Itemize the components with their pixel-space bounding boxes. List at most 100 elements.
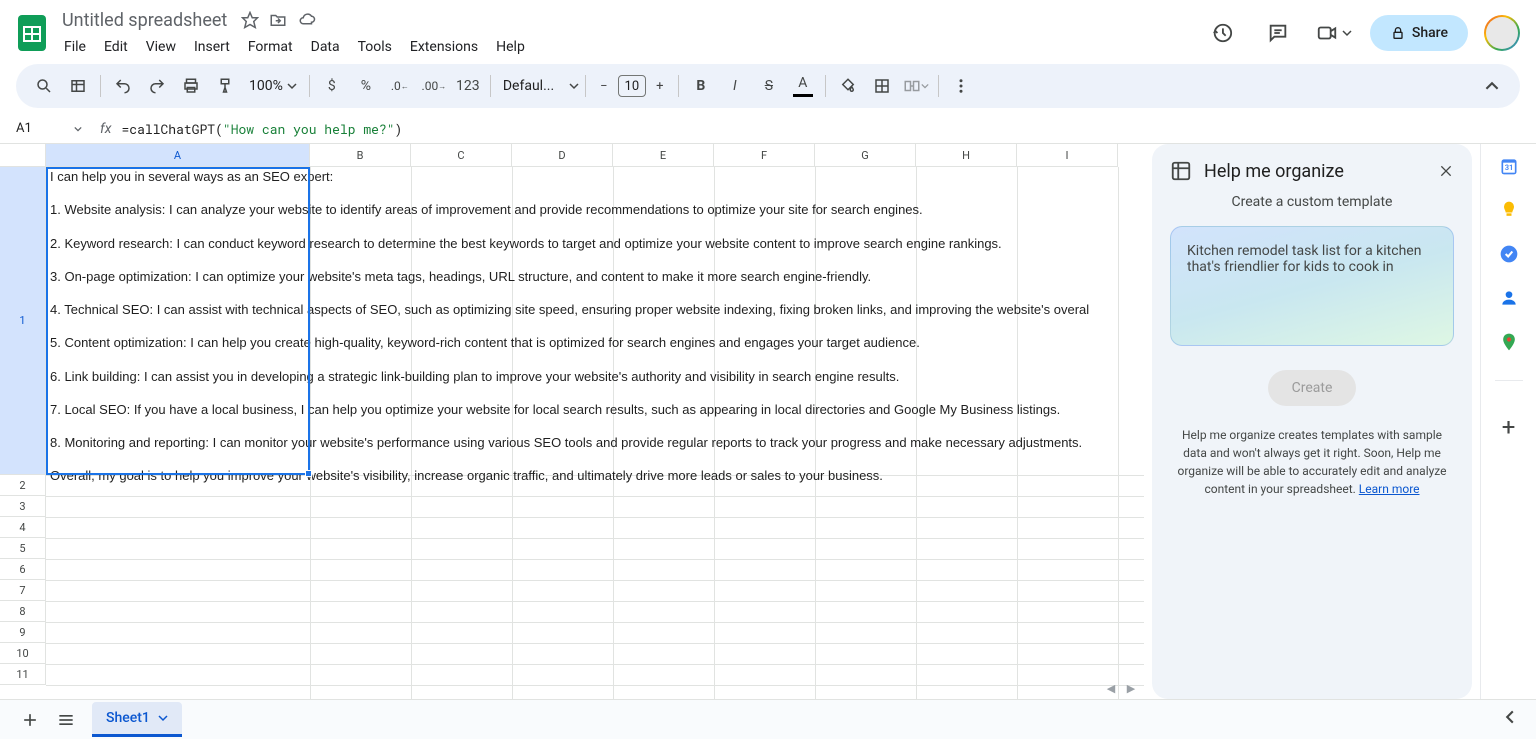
currency-icon[interactable]: $	[316, 70, 348, 102]
star-icon[interactable]	[241, 11, 259, 29]
row-header-10[interactable]: 10	[0, 643, 46, 664]
undo-icon[interactable]	[107, 70, 139, 102]
menu-extensions[interactable]: Extensions	[402, 35, 486, 59]
formula-input[interactable]: =callChatGPT("How can you help me?")	[121, 120, 1520, 138]
cloud-icon[interactable]	[297, 11, 317, 29]
percent-icon[interactable]: %	[350, 70, 382, 102]
expand-rail-icon[interactable]	[1496, 703, 1524, 731]
col-header-f[interactable]: F	[714, 144, 815, 167]
row-header-8[interactable]: 8	[0, 601, 46, 622]
row-header-7[interactable]: 7	[0, 580, 46, 601]
sheets-logo[interactable]	[12, 13, 52, 53]
fill-color-icon[interactable]	[832, 70, 864, 102]
row-header-11[interactable]: 11	[0, 664, 46, 685]
main-area: A B C D E F G H I 1 2 3 4 5 6 7 8 9 10 1…	[0, 144, 1536, 699]
scroll-right-icon[interactable]: ▶	[1122, 679, 1140, 697]
learn-more-link[interactable]: Learn more	[1359, 482, 1420, 496]
move-icon[interactable]	[269, 11, 287, 29]
create-button[interactable]: Create	[1268, 370, 1357, 406]
column-headers: A B C D E F G H I	[0, 144, 1144, 167]
chevron-down-icon[interactable]	[569, 81, 579, 91]
row-header-4[interactable]: 4	[0, 517, 46, 538]
share-button[interactable]: Share	[1370, 15, 1468, 51]
menu-view[interactable]: View	[138, 35, 184, 59]
meet-button[interactable]	[1314, 13, 1354, 53]
keep-icon[interactable]	[1499, 200, 1519, 220]
menu-tools[interactable]: Tools	[350, 35, 400, 59]
select-all-corner[interactable]	[0, 144, 46, 167]
doc-title[interactable]: Untitled spreadsheet	[56, 8, 233, 33]
more-toolbar-icon[interactable]	[945, 70, 977, 102]
side-rail: 31 +	[1480, 144, 1536, 699]
bold-icon[interactable]: B	[685, 70, 717, 102]
strikethrough-icon[interactable]: S	[753, 70, 785, 102]
font-select[interactable]: Defaul...	[497, 78, 567, 94]
filter-views-icon[interactable]	[62, 70, 94, 102]
decrease-decimal-icon[interactable]: .0←	[384, 70, 416, 102]
horizontal-scroll-arrows: ◀ ▶	[1102, 679, 1140, 697]
scroll-left-icon[interactable]: ◀	[1102, 679, 1120, 697]
col-header-h[interactable]: H	[916, 144, 1017, 167]
text-color-icon[interactable]: A	[787, 70, 819, 102]
col-header-i[interactable]: I	[1017, 144, 1118, 167]
menu-edit[interactable]: Edit	[96, 35, 136, 59]
toolbar-wrap: 100% $ % .0← .00→ 123 Defaul... − 10 + B…	[0, 58, 1536, 114]
header: Untitled spreadsheet File Edit View Inse…	[0, 0, 1536, 58]
row-header-6[interactable]: 6	[0, 559, 46, 580]
menu-help[interactable]: Help	[488, 35, 533, 59]
comments-icon[interactable]	[1258, 13, 1298, 53]
name-box[interactable]: A1	[8, 119, 90, 138]
number-format-button[interactable]: 123	[452, 70, 484, 102]
row-header-1[interactable]: 1	[0, 167, 46, 475]
row-headers: 1 2 3 4 5 6 7 8 9 10 11	[0, 167, 46, 699]
panel-title: Help me organize	[1204, 161, 1426, 182]
chevron-down-icon[interactable]	[158, 713, 168, 723]
prompt-textarea[interactable]: Kitchen remodel task list for a kitchen …	[1170, 226, 1454, 346]
fx-icon[interactable]: fx	[90, 121, 121, 137]
menu-insert[interactable]: Insert	[186, 35, 238, 59]
col-header-d[interactable]: D	[512, 144, 613, 167]
font-size-input[interactable]: 10	[618, 75, 646, 97]
history-icon[interactable]	[1202, 13, 1242, 53]
cells-grid[interactable]: I can help you in several ways as an SEO…	[46, 167, 1144, 699]
search-icon[interactable]	[28, 70, 60, 102]
redo-icon[interactable]	[141, 70, 173, 102]
collapse-toolbar-icon[interactable]	[1476, 70, 1508, 102]
tasks-icon[interactable]	[1499, 244, 1519, 264]
increase-decimal-icon[interactable]: .00→	[418, 70, 450, 102]
paint-format-icon[interactable]	[209, 70, 241, 102]
menu-format[interactable]: Format	[240, 35, 301, 59]
row-header-9[interactable]: 9	[0, 622, 46, 643]
italic-icon[interactable]: I	[719, 70, 751, 102]
sheet-area: A B C D E F G H I 1 2 3 4 5 6 7 8 9 10 1…	[0, 144, 1144, 699]
contacts-icon[interactable]	[1499, 288, 1519, 308]
calendar-icon[interactable]: 31	[1499, 156, 1519, 176]
all-sheets-icon[interactable]	[48, 702, 84, 738]
template-icon	[1170, 160, 1192, 182]
col-header-c[interactable]: C	[411, 144, 512, 167]
row-header-5[interactable]: 5	[0, 538, 46, 559]
add-addon-icon[interactable]: +	[1502, 413, 1516, 441]
merge-cells-icon[interactable]	[900, 70, 932, 102]
print-icon[interactable]	[175, 70, 207, 102]
account-avatar[interactable]	[1484, 15, 1520, 51]
col-header-e[interactable]: E	[613, 144, 714, 167]
row-header-2[interactable]: 2	[0, 475, 46, 496]
maps-icon[interactable]	[1499, 332, 1519, 352]
menu-file[interactable]: File	[56, 35, 94, 59]
col-header-g[interactable]: G	[815, 144, 916, 167]
add-sheet-icon[interactable]	[12, 702, 48, 738]
borders-icon[interactable]	[866, 70, 898, 102]
zoom-select[interactable]: 100%	[243, 78, 303, 94]
col-header-b[interactable]: B	[310, 144, 411, 167]
close-panel-icon[interactable]	[1438, 163, 1454, 179]
col-header-a[interactable]: A	[46, 144, 310, 167]
panel-subtitle: Create a custom template	[1170, 194, 1454, 210]
decrease-font-icon[interactable]: −	[592, 74, 616, 98]
increase-font-icon[interactable]: +	[648, 74, 672, 98]
sheet-tab-1[interactable]: Sheet1	[92, 702, 182, 737]
menu-data[interactable]: Data	[303, 35, 348, 59]
lock-icon	[1390, 25, 1406, 41]
row-header-3[interactable]: 3	[0, 496, 46, 517]
title-area: Untitled spreadsheet File Edit View Inse…	[56, 8, 1202, 59]
